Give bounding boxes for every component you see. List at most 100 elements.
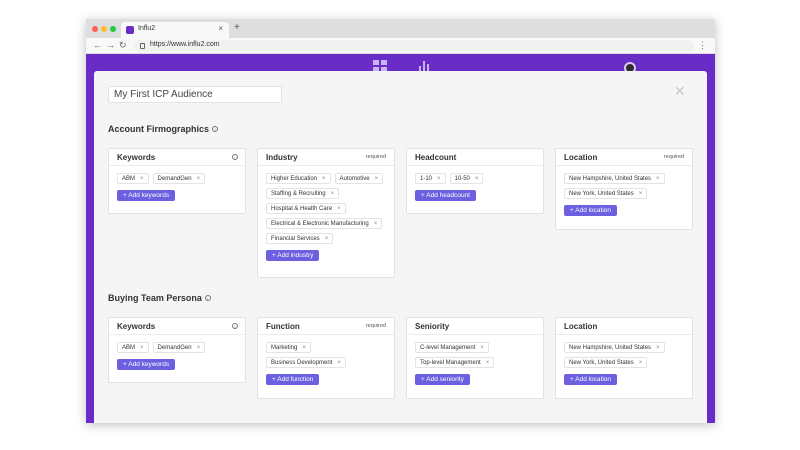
remove-chip-icon[interactable]: × [480, 345, 484, 351]
chip-label: Marketing [271, 344, 298, 351]
remove-chip-icon[interactable]: × [302, 345, 306, 351]
chip-list: ABM × DemandGen × [117, 342, 237, 353]
chip: Electrical & Electronic Manufacturing × [266, 218, 383, 229]
chip-label: Top-level Management [420, 359, 481, 366]
card-location: Location required New Hampshire, United S… [555, 148, 693, 230]
chip: DemandGen × [152, 342, 206, 353]
required-label: required [365, 323, 386, 329]
card-headcount: Headcount 1-10 × 10-50 × + Add headcount [406, 148, 544, 214]
remove-chip-icon[interactable]: × [325, 236, 329, 242]
chip: ABM × [117, 342, 149, 353]
tab-close-icon[interactable]: × [218, 24, 223, 33]
browser-window: Influ2 × + ← → ↻ https://www.influ2.com … [86, 19, 715, 423]
chip: New Hampshire, United States × [564, 173, 665, 184]
chip-label: New Hampshire, United States [569, 344, 652, 351]
remove-chip-icon[interactable]: × [140, 176, 144, 182]
card-title: Keywords [117, 153, 156, 162]
add-seniority-button[interactable]: + Add seniority [415, 374, 470, 385]
chip: Top-level Management × [415, 357, 495, 368]
remove-chip-icon[interactable]: × [639, 191, 643, 197]
maximize-window-button[interactable] [110, 26, 116, 32]
remove-chip-icon[interactable]: × [639, 360, 643, 366]
chip-list: New Hampshire, United States × New York, … [564, 173, 684, 199]
add-keywords-button[interactable]: + Add keywords [117, 359, 176, 370]
remove-chip-icon[interactable]: × [374, 221, 378, 227]
chip: New York, United States × [564, 188, 648, 199]
chip-list: C-level Management × Top-level Management… [415, 342, 535, 368]
chip: C-level Management × [415, 342, 489, 353]
remove-chip-icon[interactable]: × [437, 176, 441, 182]
chip-label: 10-50 [454, 175, 470, 182]
chip-label: DemandGen [157, 344, 192, 351]
chip: New York, United States × [564, 357, 648, 368]
remove-chip-icon[interactable]: × [486, 360, 490, 366]
remove-chip-icon[interactable]: × [197, 345, 201, 351]
card-keywords: Keywords i ABM × DemandGen × + Add keywords [108, 148, 246, 214]
chip-label: Business Development [271, 359, 333, 366]
audience-name-input[interactable]: My First ICP Audience [108, 86, 282, 103]
info-icon[interactable]: i [232, 323, 238, 329]
add-headcount-button[interactable]: + Add headcount [415, 190, 476, 201]
chip-list: New Hampshire, United States × New York, … [564, 342, 684, 368]
icp-audience-modal: My First ICP Audience × Account Firmogra… [94, 71, 707, 423]
browser-tab[interactable]: Influ2 × [121, 22, 229, 38]
chip-label: 1-10 [420, 175, 433, 182]
info-icon[interactable]: i [212, 126, 219, 132]
remove-chip-icon[interactable]: × [322, 176, 326, 182]
card-seniority: Seniority C-level Management × Top-level … [406, 317, 544, 399]
chip-label: Staffing & Recruiting [271, 190, 326, 197]
remove-chip-icon[interactable]: × [475, 176, 479, 182]
card-title: Function [266, 322, 300, 331]
browser-menu-icon[interactable]: ⋮ [698, 40, 707, 51]
info-icon[interactable]: i [204, 295, 211, 301]
chip-label: C-level Management [420, 344, 476, 351]
chip-list: Marketing × Business Development × [266, 342, 386, 368]
close-icon[interactable]: × [674, 82, 685, 100]
reload-icon[interactable]: ↻ [119, 40, 127, 51]
add-location-button[interactable]: + Add location [564, 205, 618, 216]
card-title: Location [564, 153, 598, 162]
card-title: Location [564, 322, 598, 331]
chip-list: 1-10 × 10-50 × [415, 173, 535, 184]
address-bar[interactable]: https://www.influ2.com [134, 40, 694, 52]
chip: New Hampshire, United States × [564, 342, 665, 353]
chip: Higher Education × [266, 173, 331, 184]
chip-label: New York, United States [569, 190, 634, 197]
card-title: Headcount [415, 153, 457, 162]
chip-label: New Hampshire, United States [569, 175, 652, 182]
remove-chip-icon[interactable]: × [197, 176, 201, 182]
lock-icon [140, 43, 145, 49]
influ2-favicon-icon [126, 26, 134, 34]
remove-chip-icon[interactable]: × [656, 345, 660, 351]
info-icon[interactable]: i [232, 154, 238, 160]
forward-icon[interactable]: → [106, 40, 115, 50]
required-label: required [365, 154, 386, 160]
remove-chip-icon[interactable]: × [375, 176, 379, 182]
chip-label: Financial Services [271, 235, 320, 242]
close-window-button[interactable] [92, 26, 98, 32]
chip-label: DemandGen [157, 175, 192, 182]
browser-toolbar: ← → ↻ https://www.influ2.com ⋮ [86, 38, 715, 54]
remove-chip-icon[interactable]: × [337, 206, 341, 212]
chip-list: ABM × DemandGen × [117, 173, 237, 184]
remove-chip-icon[interactable]: × [337, 360, 341, 366]
add-location-button[interactable]: + Add location [564, 374, 618, 385]
remove-chip-icon[interactable]: × [331, 191, 335, 197]
chip-label: ABM [122, 344, 136, 351]
add-industry-button[interactable]: + Add industry [266, 250, 320, 261]
back-icon[interactable]: ← [93, 40, 102, 50]
remove-chip-icon[interactable]: × [140, 345, 144, 351]
section-title-text: Account Firmographics [108, 124, 210, 134]
app-header [86, 54, 715, 74]
new-tab-button[interactable]: + [234, 22, 240, 33]
card-industry: Industry required Higher Education × Autom… [257, 148, 395, 278]
remove-chip-icon[interactable]: × [656, 176, 660, 182]
add-function-button[interactable]: + Add function [266, 374, 320, 385]
chip: DemandGen × [152, 173, 206, 184]
required-label: required [663, 154, 684, 160]
chip-label: Automotive [339, 175, 370, 182]
chip-label: ABM [122, 175, 136, 182]
minimize-window-button[interactable] [101, 26, 107, 32]
add-keywords-button[interactable]: + Add keywords [117, 190, 176, 201]
chip-label: Electrical & Electronic Manufacturing [271, 220, 369, 227]
